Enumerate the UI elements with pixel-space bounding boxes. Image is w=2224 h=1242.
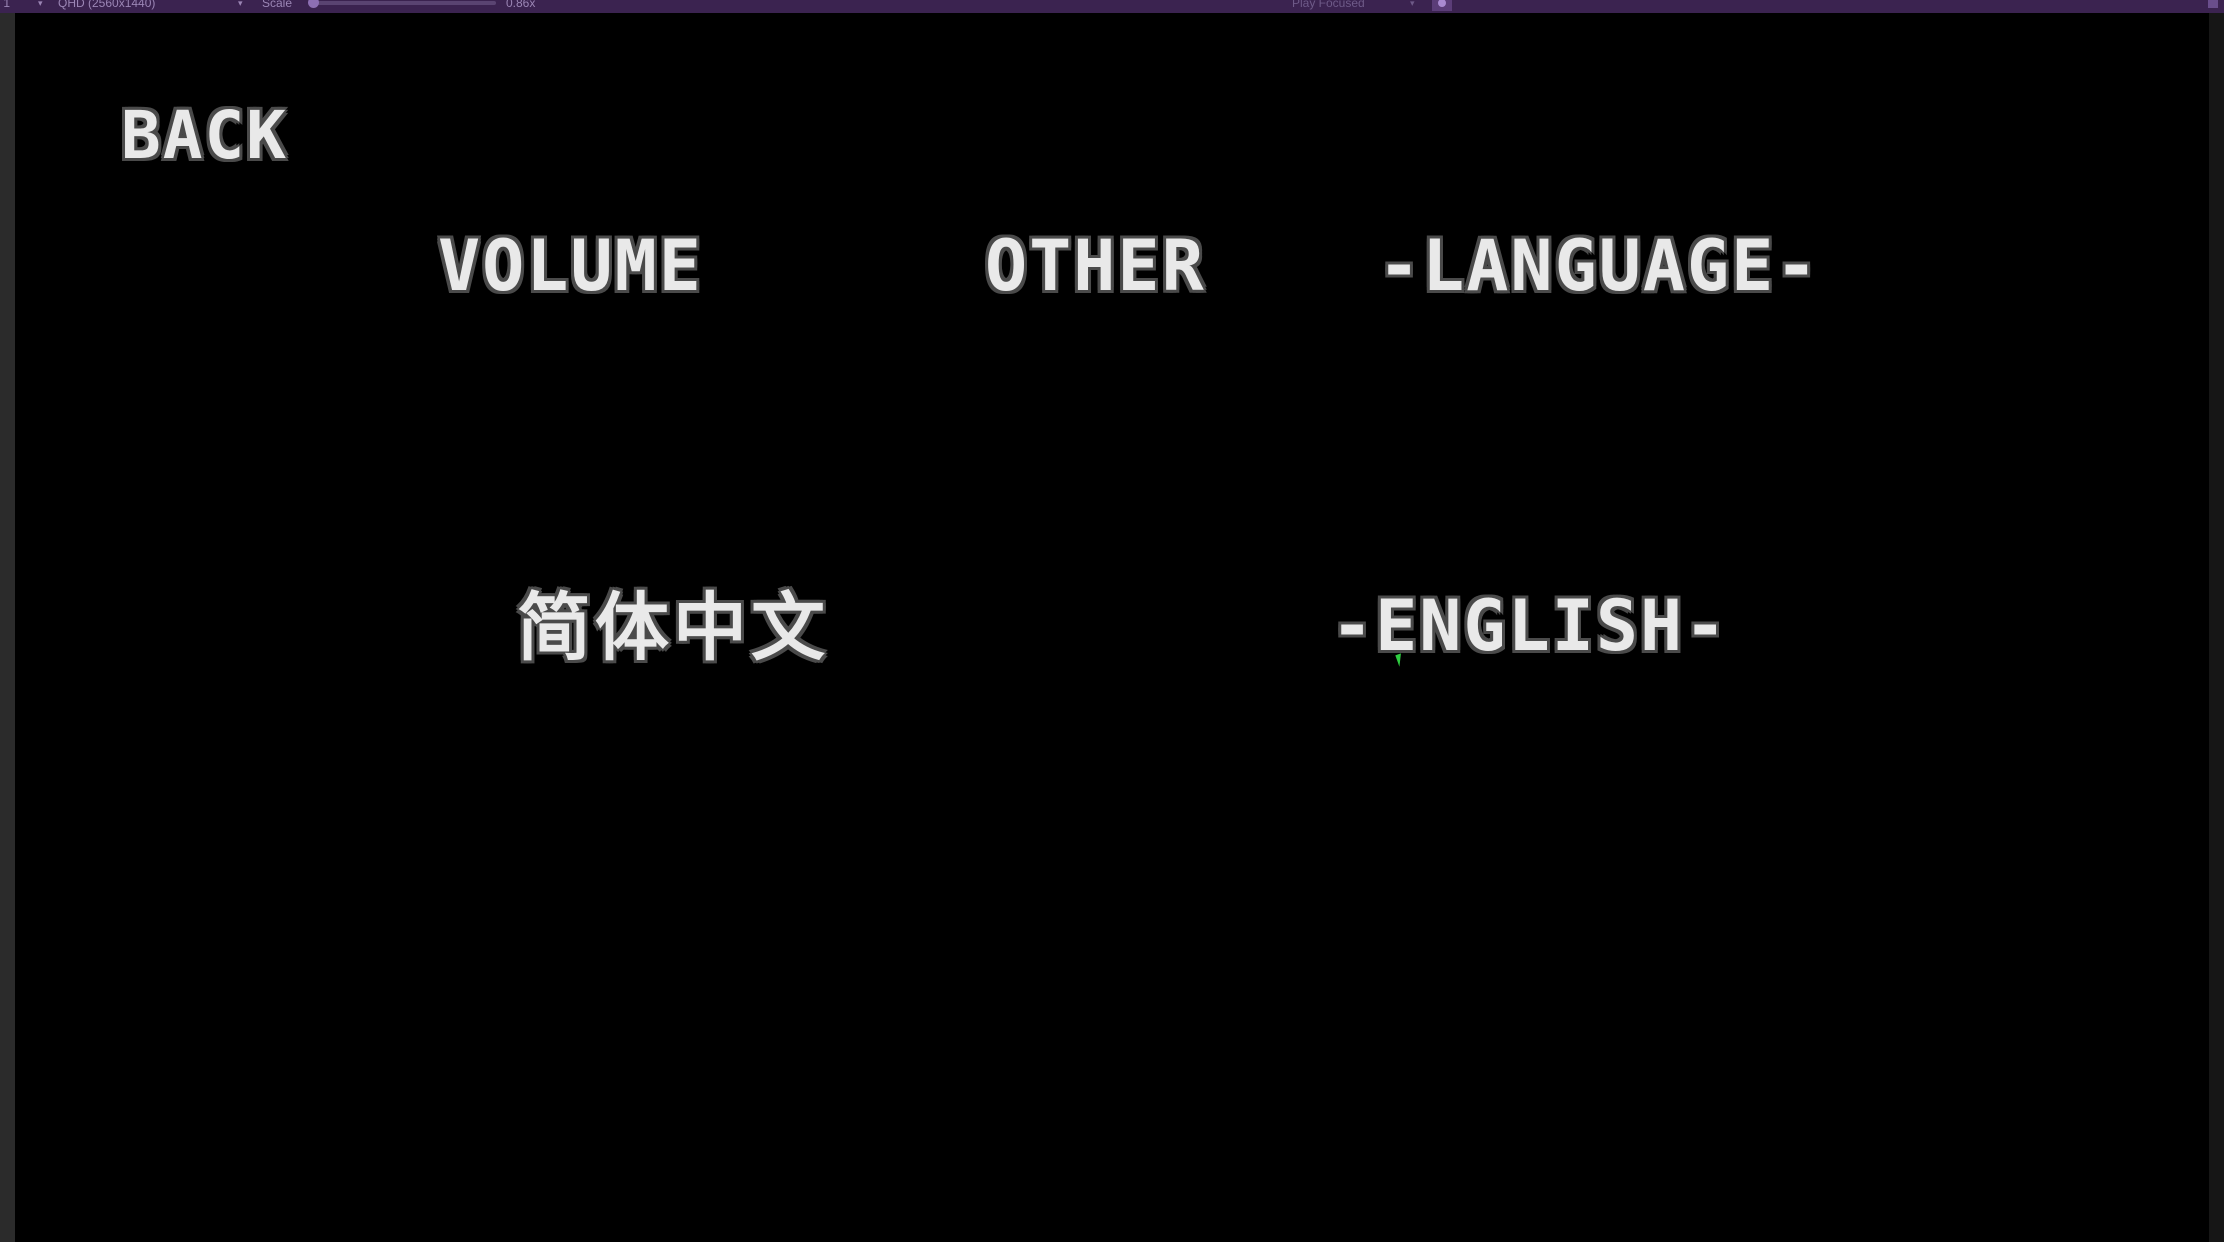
language-option-chinese[interactable]: 简体中文 <box>517 591 829 665</box>
scale-slider-handle[interactable] <box>308 0 319 8</box>
scale-label: Scale <box>262 0 293 10</box>
scale-value: 0.86x <box>506 0 536 10</box>
window-menu-icon[interactable] <box>2208 0 2218 8</box>
tab-language[interactable]: -LANGUAGE- <box>1378 231 1819 301</box>
tab-other[interactable]: OTHER <box>985 231 1206 301</box>
game-view[interactable]: BACK VOLUME OTHER -LANGUAGE- 简体中文 -ENGLI… <box>15 13 2209 1242</box>
editor-game-toolbar: y 1 ▾ QHD (2560x1440) ▾ Scale 0.86x Play… <box>0 0 2224 13</box>
language-option-english[interactable]: -ENGLISH- <box>1331 591 1728 661</box>
scale-slider[interactable] <box>312 1 496 5</box>
left-window-border <box>0 13 15 1242</box>
chevron-down-icon[interactable]: ▾ <box>1410 0 1415 9</box>
tab-volume[interactable]: VOLUME <box>438 231 703 301</box>
back-button[interactable]: BACK <box>121 103 288 169</box>
bug-icon[interactable] <box>1432 0 1452 11</box>
play-mode-dropdown[interactable]: Play Focused <box>1292 0 1365 9</box>
chevron-down-icon[interactable]: ▾ <box>38 0 43 9</box>
resolution-dropdown[interactable]: QHD (2560x1440) <box>58 0 155 9</box>
chevron-down-icon[interactable]: ▾ <box>238 0 243 9</box>
display-dropdown[interactable]: y 1 <box>0 0 10 9</box>
right-window-border <box>2209 13 2224 1242</box>
